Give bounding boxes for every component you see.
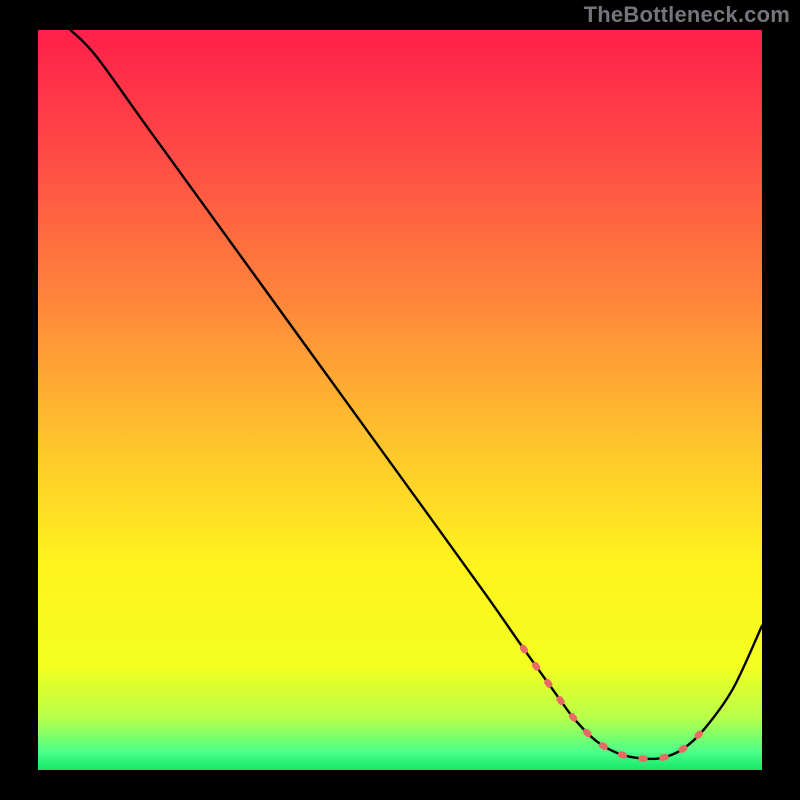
watermark-text: TheBottleneck.com bbox=[584, 2, 790, 28]
chart-frame: TheBottleneck.com bbox=[0, 0, 800, 800]
gradient-plot bbox=[38, 30, 762, 770]
gradient-rect bbox=[38, 30, 762, 770]
plot-svg bbox=[38, 30, 762, 770]
